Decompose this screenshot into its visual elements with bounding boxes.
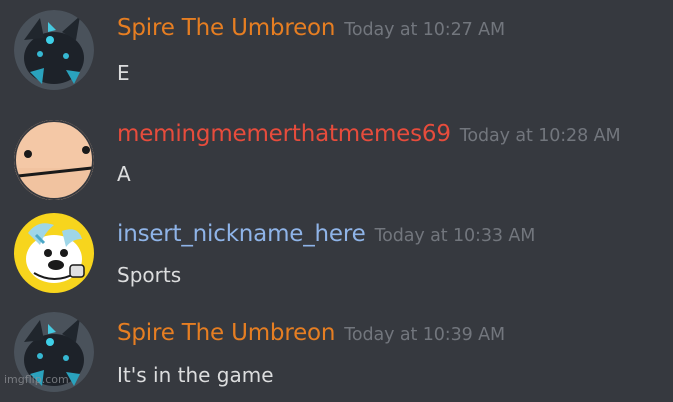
- timestamp: Today at 10:33 AM: [374, 226, 536, 246]
- message-content: It's in the game: [117, 363, 274, 387]
- message-content: E: [117, 61, 130, 85]
- cartoon-avatar-icon[interactable]: [14, 213, 94, 293]
- message-header: Spire The Umbreon Today at 10:27 AM: [117, 15, 505, 41]
- username[interactable]: memingmemerthatmemes69: [117, 121, 451, 147]
- timestamp: Today at 10:27 AM: [344, 20, 505, 40]
- chat-message-list: Spire The Umbreon Today at 10:27 AM E mem…: [0, 0, 673, 392]
- imgflip-watermark: imgflip.com: [4, 373, 69, 386]
- message-content: Sports: [117, 263, 182, 287]
- timestamp: Today at 10:39 AM: [344, 325, 505, 345]
- username[interactable]: Spire The Umbreon: [117, 320, 335, 346]
- message-content: A: [117, 162, 131, 186]
- chat-message: memingmemerthatmemes69 Today at 10:28 AM …: [0, 102, 673, 202]
- message-header: memingmemerthatmemes69 Today at 10:28 AM: [117, 121, 621, 147]
- bald-face-avatar-icon[interactable]: [14, 120, 94, 200]
- username[interactable]: insert_nickname_here: [117, 221, 366, 247]
- username[interactable]: Spire The Umbreon: [117, 15, 335, 41]
- umbreon-avatar-icon[interactable]: [14, 10, 94, 90]
- chat-message: insert_nickname_here Today at 10:33 AM Sp…: [0, 204, 673, 304]
- message-header: Spire The Umbreon Today at 10:39 AM: [117, 320, 505, 346]
- chat-message: Spire The Umbreon Today at 10:39 AM It's …: [0, 302, 673, 402]
- message-header: insert_nickname_here Today at 10:33 AM: [117, 221, 535, 247]
- chat-message: Spire The Umbreon Today at 10:27 AM E: [0, 0, 673, 100]
- timestamp: Today at 10:28 AM: [459, 126, 621, 146]
